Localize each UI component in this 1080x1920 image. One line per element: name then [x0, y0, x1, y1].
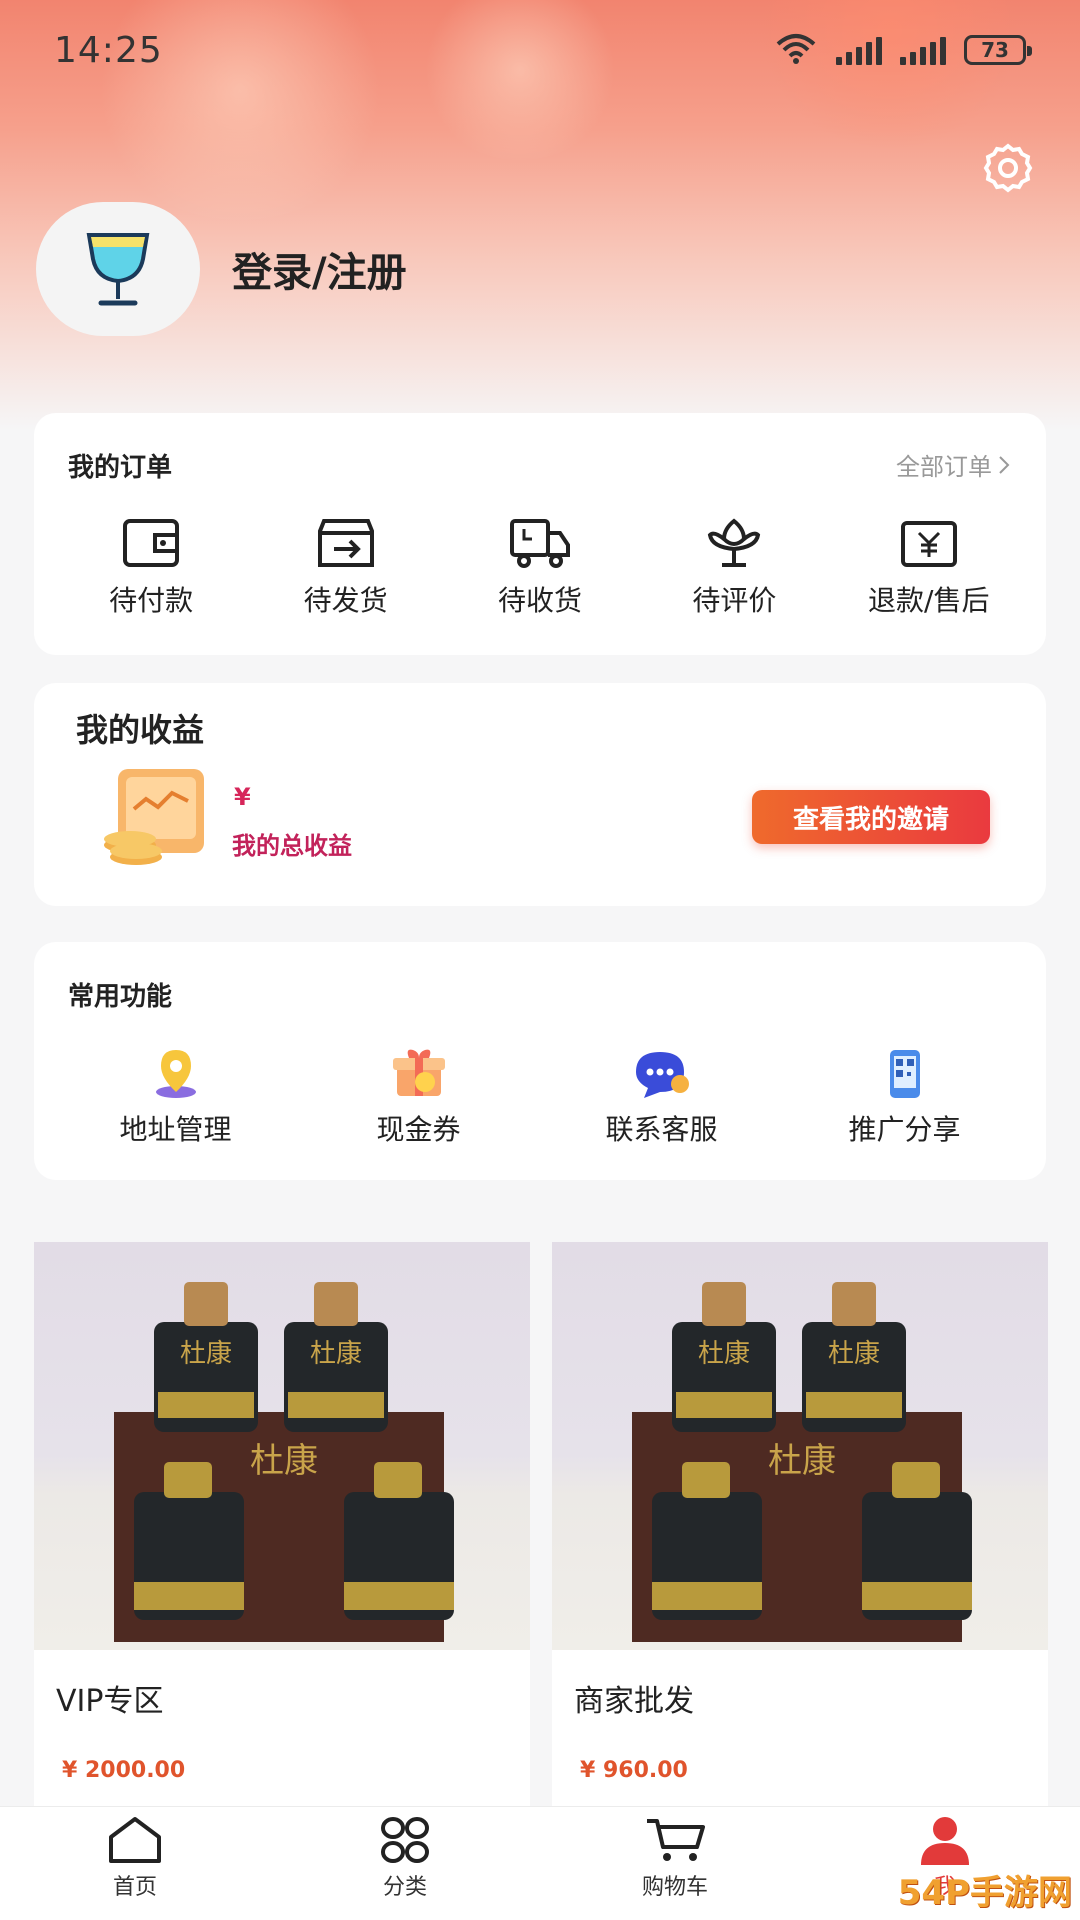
ship-icon — [317, 519, 374, 567]
svg-text:杜康: 杜康 — [180, 1339, 232, 1369]
function-label: 联系客服 — [605, 1113, 718, 1146]
function-label: 地址管理 — [119, 1113, 232, 1146]
cart-icon — [647, 1819, 705, 1861]
refund-icon — [900, 521, 957, 567]
product-name: 商家批发 — [574, 1684, 694, 1719]
order-pending-payment[interactable]: 待付款 — [61, 517, 241, 619]
category-icon — [381, 1817, 429, 1863]
login-register-link[interactable]: 登录/注册 — [232, 240, 407, 298]
flower-icon — [708, 518, 761, 567]
orders-title: 我的订单 — [68, 453, 173, 483]
nav-label: 购物车 — [641, 1875, 708, 1900]
qr-code-phone-icon — [889, 1050, 920, 1098]
view-invitations-button[interactable]: 查看我的邀请 — [752, 790, 990, 844]
earnings-title: 我的收益 — [76, 711, 205, 749]
nav-home[interactable]: 首页 — [35, 1807, 235, 1920]
total-earnings-label: 我的总收益 — [232, 832, 352, 860]
home-icon — [109, 1817, 161, 1863]
cellular-signal-icon — [900, 35, 946, 65]
promotion-share[interactable]: 推广分享 — [805, 1048, 1005, 1148]
chevron-right-icon — [999, 455, 1010, 474]
status-bar: 14:25 73 — [0, 0, 1080, 100]
order-item-label: 待收货 — [497, 584, 582, 617]
all-orders-link[interactable]: 全部订单 — [896, 447, 1010, 482]
product-price: ¥ 960.00 — [580, 1758, 688, 1783]
chat-bubble-icon — [635, 1052, 689, 1098]
truck-icon — [509, 519, 570, 568]
svg-text:杜康: 杜康 — [310, 1339, 362, 1369]
product-card[interactable]: 杜康 杜康 杜康 VIP专区 ¥ 2000.00 — [34, 1242, 530, 1806]
contact-customer-service[interactable]: 联系客服 — [562, 1048, 762, 1148]
order-item-label: 待付款 — [109, 584, 194, 617]
avatar[interactable] — [36, 202, 200, 336]
functions-card: 常用功能 地址管理 现金券 联系客服 推广分享 — [34, 942, 1046, 1180]
order-item-label: 退款/售后 — [868, 584, 990, 617]
nav-cart[interactable]: 购物车 — [575, 1807, 775, 1920]
orders-card: 我的订单 全部订单 待付款 待发货 待收货 待评价 退款/售后 — [34, 413, 1046, 655]
gear-icon — [983, 143, 1033, 193]
user-icon — [921, 1817, 969, 1865]
wifi-icon — [774, 32, 818, 68]
battery-level: 73 — [981, 38, 1009, 62]
product-image: 杜康 杜康 杜康 — [552, 1242, 1048, 1650]
earnings-amount: ¥ — [234, 783, 251, 811]
earnings-chart-icon — [104, 769, 204, 865]
all-orders-label: 全部订单 — [896, 453, 992, 481]
battery-icon: 73 — [964, 35, 1032, 65]
settings-button[interactable] — [978, 138, 1038, 198]
function-label: 现金券 — [376, 1113, 461, 1146]
wallet-icon — [123, 519, 180, 567]
product-image: 杜康 杜康 杜康 — [34, 1242, 530, 1650]
svg-text:杜康: 杜康 — [698, 1339, 750, 1369]
order-pending-receipt[interactable]: 待收货 — [450, 517, 630, 619]
product-price: ¥ 2000.00 — [62, 1758, 186, 1783]
product-name: VIP专区 — [56, 1684, 164, 1719]
location-pin-icon — [155, 1050, 196, 1098]
nav-label: 首页 — [112, 1875, 157, 1900]
cash-coupon[interactable]: 现金券 — [319, 1048, 519, 1148]
cellular-signal-icon — [836, 35, 882, 65]
svg-text:杜康: 杜康 — [828, 1339, 880, 1369]
function-label: 推广分享 — [848, 1113, 961, 1146]
gift-icon — [392, 1049, 445, 1096]
svg-text:杜康: 杜康 — [250, 1441, 318, 1481]
nav-category[interactable]: 分类 — [305, 1807, 505, 1920]
order-refund-aftersale[interactable]: 退款/售后 — [839, 517, 1019, 619]
product-card[interactable]: 杜康 杜康 杜康 商家批发 ¥ 960.00 — [552, 1242, 1048, 1806]
order-item-label: 待发货 — [303, 584, 388, 617]
order-pending-shipment[interactable]: 待发货 — [256, 517, 436, 619]
svg-text:杜康: 杜康 — [768, 1441, 836, 1481]
earnings-card: 我的收益 ¥ 我的总收益 查看我的邀请 — [34, 683, 1046, 906]
functions-title: 常用功能 — [68, 982, 173, 1012]
address-management[interactable]: 地址管理 — [76, 1048, 276, 1148]
status-time: 14:25 — [54, 29, 163, 71]
watermark-logo: 54P手游网 — [897, 1873, 1072, 1913]
wine-glass-icon — [86, 233, 150, 306]
order-item-label: 待评价 — [692, 584, 777, 617]
order-pending-review[interactable]: 待评价 — [644, 517, 824, 619]
nav-label: 分类 — [382, 1875, 427, 1900]
